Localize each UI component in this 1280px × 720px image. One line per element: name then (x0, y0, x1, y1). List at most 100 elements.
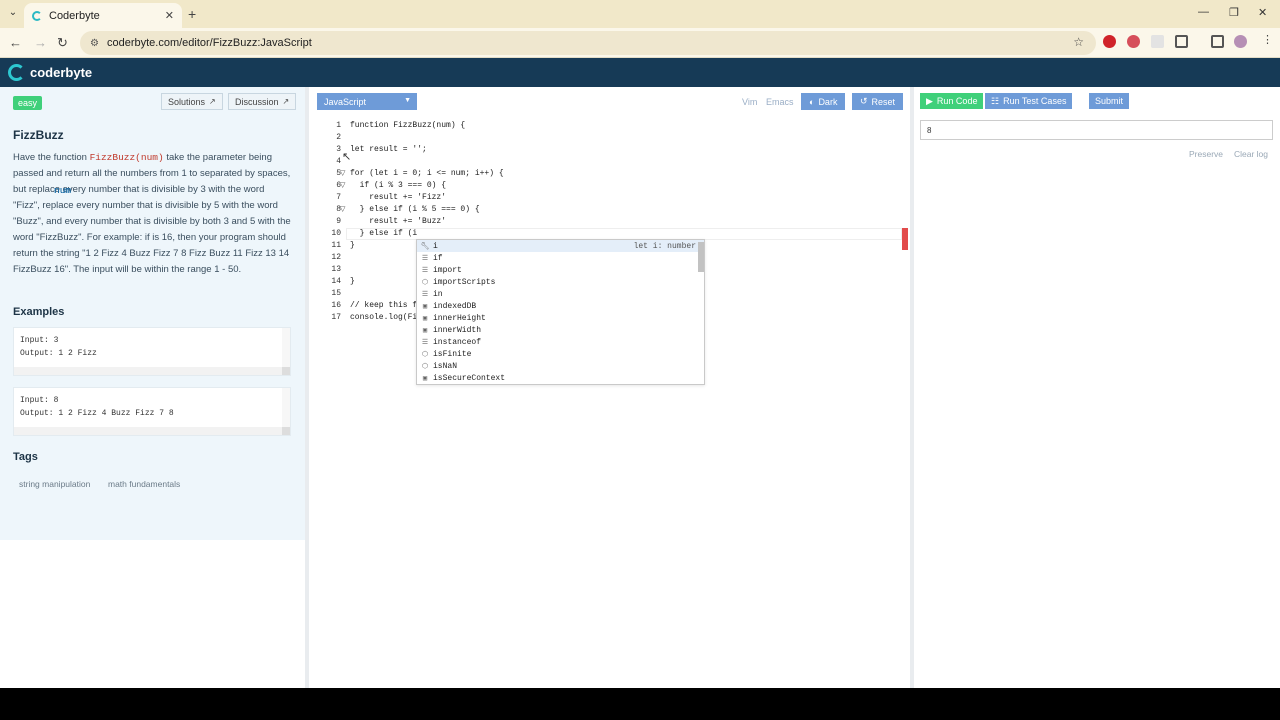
browser-tab[interactable]: Coderbyte ✕ (24, 3, 182, 28)
example-text: Input: 3 Output: 1 2 Fizz (20, 336, 97, 358)
submit-label: Submit (1095, 96, 1124, 106)
moon-icon: ◐ (809, 96, 815, 107)
language-value: JavaScript (324, 96, 367, 107)
autocomplete-item[interactable]: ▣ innerHeight (417, 312, 704, 324)
code-line: } else if (i % 5 === 0) { (350, 205, 480, 214)
keyword-icon: ☰ (421, 290, 429, 299)
address-toolbar: ← → ↻ ⚙ coderbyte.com/editor/FizzBuzz:Ja… (0, 28, 1280, 58)
autocomplete-item[interactable]: ▣ innerWidth (417, 324, 704, 336)
keyword-icon: ☰ (421, 254, 429, 263)
preserve-log-link[interactable]: Preserve (1189, 149, 1223, 159)
solutions-label: Solutions (168, 96, 206, 107)
test-input-field[interactable]: 8 (920, 120, 1273, 140)
code-line: result += 'Fizz' (350, 193, 447, 202)
profile-avatar[interactable] (1234, 35, 1247, 48)
vim-mode-link[interactable]: Vim (742, 97, 757, 107)
variable-icon: ▣ (422, 326, 428, 335)
discussion-label: Discussion (235, 96, 279, 107)
problem-panel: easy Solutions ↗ Discussion ↗ FizzBuzz H… (0, 87, 305, 540)
minimize-icon[interactable]: — (1198, 6, 1209, 18)
difficulty-badge: easy (13, 96, 43, 110)
fold-chevron-icon[interactable]: ▽ (340, 205, 345, 213)
coderbyte-header: coderbyte (0, 58, 1280, 87)
reset-button[interactable]: ↺ Reset (852, 93, 904, 110)
dark-mode-button[interactable]: ◐ Dark (801, 93, 846, 110)
console-panel: ▶ Run Code ☷ Run Test Cases Submit 8 Pre… (914, 87, 1280, 688)
browser-titlebar: ⌄ Coderbyte ✕ + — ❐ ✕ (0, 0, 1280, 28)
autocomplete-item[interactable]: ⬡ importScripts (417, 276, 704, 288)
reset-icon: ↺ (860, 96, 868, 106)
coderbyte-logo-icon[interactable] (8, 64, 25, 81)
example-box-2: Input: 8 Output: 1 2 Fizz 4 Buzz Fizz 7 … (13, 387, 291, 436)
url-bar[interactable]: ⚙ coderbyte.com/editor/FizzBuzz:JavaScri… (80, 31, 1096, 55)
autocomplete-item[interactable]: ⬡ isNaN (417, 360, 704, 372)
run-code-label: Run Code (936, 96, 978, 106)
fold-chevron-icon[interactable]: ▽ (340, 169, 345, 177)
vertical-scrollbar[interactable] (282, 388, 290, 429)
keyword-icon: ☰ (421, 338, 429, 347)
wrench-icon: 🔧︎ (420, 242, 430, 251)
problem-title: FizzBuzz (13, 128, 64, 142)
run-tests-label: Run Test Cases (1003, 96, 1067, 106)
code-line: let result = ''; (350, 145, 427, 154)
autocomplete-item[interactable]: ☰ in (417, 288, 704, 300)
language-select[interactable]: JavaScript ▼ (317, 93, 417, 110)
extension-blank-icon[interactable] (1151, 35, 1164, 48)
back-icon[interactable]: ← (9, 35, 22, 50)
submit-button[interactable]: Submit (1089, 93, 1130, 109)
coderbyte-favicon-icon (32, 10, 42, 21)
code-line: if (i % 3 === 0) { (350, 181, 447, 190)
code-line: for (let i = 0; i <= num; i++) { (350, 169, 504, 178)
list-icon: ☷ (991, 95, 1000, 106)
autocomplete-item[interactable]: ☰ instanceof (417, 336, 704, 348)
example-box-1: Input: 3 Output: 1 2 Fizz (13, 327, 291, 376)
module-icon: ⬡ (421, 350, 429, 359)
side-panel-icon[interactable] (1211, 35, 1224, 48)
autocomplete-item[interactable]: ▣ isSecureContext (417, 372, 704, 384)
close-window-icon[interactable]: ✕ (1258, 6, 1267, 19)
extension-red-icon[interactable] (1103, 35, 1116, 48)
external-link-icon: ↗ (209, 97, 216, 106)
bookmark-star-icon[interactable]: ☆ (1073, 35, 1084, 49)
run-test-cases-button[interactable]: ☷ Run Test Cases (985, 93, 1073, 109)
horizontal-scrollbar[interactable] (14, 367, 284, 375)
horizontal-scrollbar[interactable] (14, 427, 284, 435)
tab-title: Coderbyte (49, 9, 100, 22)
maximize-icon[interactable]: ❐ (1229, 6, 1239, 19)
autocomplete-popup: 🔧︎ i let i: number ☰ if ☰ import ⬡ importSc… (416, 239, 705, 385)
autocomplete-item[interactable]: ☰ import (417, 264, 704, 276)
autocomplete-item[interactable]: 🔧︎ i let i: number (417, 240, 704, 252)
forward-icon[interactable]: → (34, 35, 47, 50)
adblock-icon[interactable] (1127, 35, 1140, 48)
browser-menu-icon[interactable]: ⋮ (1262, 33, 1275, 46)
brand-name[interactable]: coderbyte (30, 65, 92, 80)
reload-icon[interactable]: ↻ (57, 35, 68, 51)
tag-math-fundamentals[interactable]: math fundamentals (108, 479, 180, 489)
examples-heading: Examples (13, 306, 65, 318)
site-info-icon[interactable]: ⚙ (90, 38, 99, 49)
extensions-puzzle-icon[interactable] (1175, 35, 1188, 48)
variable-icon: ▣ (422, 314, 428, 323)
emacs-mode-link[interactable]: Emacs (766, 97, 794, 107)
close-tab-icon[interactable]: ✕ (165, 9, 174, 22)
fold-chevron-icon[interactable]: ▽ (340, 181, 345, 189)
solutions-button[interactable]: Solutions ↗ (161, 93, 223, 110)
autocomplete-item[interactable]: ⬡ isFinite (417, 348, 704, 360)
new-tab-icon[interactable]: + (188, 6, 196, 22)
dark-label: Dark (818, 96, 838, 107)
external-link-icon: ↗ (282, 97, 290, 106)
autocomplete-scrollbar[interactable] (698, 242, 704, 272)
example-text: Input: 8 Output: 1 2 Fizz 4 Buzz Fizz 7 … (20, 396, 174, 418)
discussion-button[interactable]: Discussion ↗ (228, 93, 297, 110)
autocomplete-item[interactable]: ☰ if (417, 252, 704, 264)
autocomplete-item[interactable]: ▣ indexedDB (417, 300, 704, 312)
tab-search-icon[interactable]: ⌄ (6, 6, 20, 20)
run-code-button[interactable]: ▶ Run Code (920, 93, 984, 109)
code-editor-panel: JavaScript ▼ Vim Emacs ◐ Dark ↺ Reset 1 … (309, 87, 910, 688)
clear-log-link[interactable]: Clear log (1234, 149, 1268, 159)
vertical-scrollbar[interactable] (282, 328, 290, 369)
scroll-corner (282, 367, 290, 375)
tag-string-manipulation[interactable]: string manipulation (19, 479, 90, 489)
variable-icon: ▣ (422, 374, 428, 383)
